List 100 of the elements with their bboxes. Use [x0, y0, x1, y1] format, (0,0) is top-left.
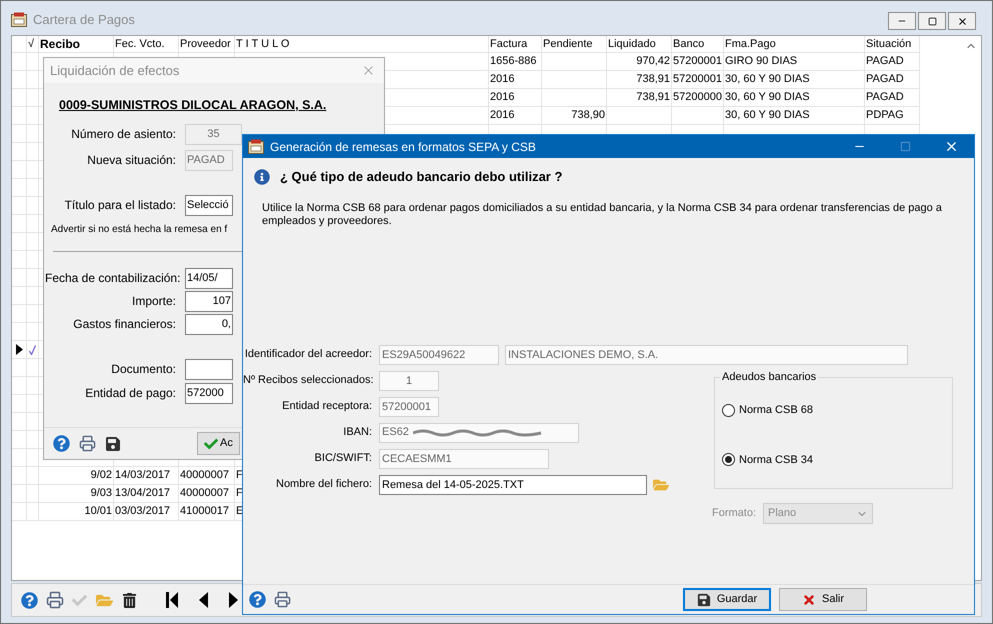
company-heading: 0009-SUMINISTROS DILOCAL ARAGON, S.A. [59, 98, 326, 112]
save-button[interactable]: Guardar [683, 588, 771, 611]
table-cell [27, 503, 39, 521]
radio-option[interactable]: Norma CSB 68 [722, 402, 813, 418]
table-cell [12, 197, 27, 215]
table-cell: PDPAG [865, 107, 920, 125]
input-field[interactable] [185, 358, 233, 380]
field-label: Nueva situación: [86, 152, 177, 170]
input-field[interactable]: 107 [185, 290, 233, 312]
table-cell [12, 125, 27, 143]
input-field[interactable]: Remesa del 14-05-2025.TXT [379, 474, 647, 494]
exit-button[interactable]: Salir [779, 588, 867, 611]
column-header[interactable]: Fec. Vcto. [114, 36, 179, 53]
table-cell: GIRO 90 DIAS [724, 53, 865, 71]
column-header[interactable]: Liquidado [607, 36, 672, 53]
field-label: Documento: [110, 361, 177, 378]
column-header[interactable]: Factura [489, 36, 542, 53]
description-text: Utilice la Norma CSB 68 para ordenar pagos domiciliados a su entidad bancaria, y la Norma CSB 34 para ordenar transferencias de pago a empleados y proveedores. [262, 202, 942, 228]
info-icon [254, 168, 270, 185]
input-field[interactable]: 0, [185, 314, 233, 335]
table-cell [12, 179, 27, 197]
table-cell [27, 413, 39, 431]
input-field[interactable]: Selecció [185, 194, 233, 216]
column-header[interactable]: Fma.Pago [724, 36, 865, 53]
window-title: Cartera de Pagos [33, 12, 135, 28]
printer-icon[interactable] [79, 435, 96, 452]
table-cell [27, 143, 39, 161]
table-cell: 14/03/2017 [114, 467, 179, 485]
accept-button[interactable]: Ac [197, 432, 240, 455]
table-cell: PAGAD [865, 53, 920, 71]
input-field[interactable]: 14/05/ [185, 268, 233, 289]
field-label: Nº Recibos seleccionados: [243, 373, 375, 388]
table-cell: 40000007 [179, 467, 235, 485]
table-cell [12, 467, 27, 485]
column-header[interactable]: Banco [672, 36, 724, 53]
column-header[interactable]: T I T U L O [235, 36, 489, 53]
table-cell: 41000017 [179, 503, 235, 521]
table-cell [12, 413, 27, 431]
app-icon [11, 12, 27, 27]
printer-icon[interactable] [274, 591, 291, 608]
field-label: Entidad receptora: [281, 399, 373, 414]
column-header[interactable]: Proveedor [179, 36, 235, 53]
app-icon [248, 139, 264, 154]
restore-button[interactable] [918, 12, 946, 30]
previous-arrow-icon[interactable] [198, 592, 208, 608]
table-cell: 2016 [489, 89, 542, 107]
table-cell: 9/03 [39, 485, 114, 503]
table-cell: 13/04/2017 [114, 485, 179, 503]
table-cell [12, 251, 27, 269]
field-label: Gastos financieros: [72, 316, 177, 334]
table-cell [27, 395, 39, 413]
table-cell [12, 71, 27, 89]
column-header[interactable]: Situación [865, 36, 920, 53]
column-header[interactable]: Recibo [39, 36, 114, 53]
radio-option[interactable]: Norma CSB 34 [722, 452, 813, 468]
table-cell [12, 215, 27, 233]
table-cell: 57200001 [672, 53, 724, 71]
printer-icon[interactable] [46, 591, 64, 609]
table-cell [12, 503, 27, 521]
table-cell [27, 107, 39, 125]
trash-icon[interactable] [122, 592, 137, 608]
table-cell [12, 431, 27, 449]
table-cell [27, 287, 39, 305]
help-icon[interactable] [53, 435, 70, 452]
input-field[interactable]: 572000 [185, 382, 233, 404]
table-cell [12, 287, 27, 305]
table-cell [12, 161, 27, 179]
table-cell [27, 251, 39, 269]
field-label: Número de asiento: [70, 126, 177, 144]
table-cell [12, 269, 27, 287]
close-button[interactable] [948, 12, 976, 30]
radio-button[interactable] [722, 453, 735, 466]
field-label: BIC/SWIFT: [314, 451, 373, 466]
field-label: Importe: [130, 293, 177, 310]
first-record-icon[interactable] [166, 592, 178, 608]
table-cell: 10/01 [39, 503, 114, 521]
table-cell [542, 71, 607, 89]
close-icon [802, 592, 816, 606]
table-cell [542, 89, 607, 107]
table-cell [27, 125, 39, 143]
next-arrow-icon[interactable] [228, 592, 238, 608]
table-cell: 30, 60 Y 90 DIAS [724, 89, 865, 107]
field-label: Fecha de contabilización: [45, 270, 182, 288]
column-header[interactable]: √ [27, 36, 39, 53]
table-cell: 738,91 [607, 71, 672, 89]
save-icon[interactable] [105, 436, 121, 452]
help-icon[interactable] [249, 591, 266, 608]
table-cell [12, 143, 27, 161]
table-cell [12, 89, 27, 107]
radio-button[interactable] [722, 404, 735, 417]
table-cell [27, 485, 39, 503]
help-icon[interactable] [21, 592, 38, 608]
table-cell [27, 71, 39, 89]
table-cell: 2016 [489, 71, 542, 89]
table-cell: PAGAD [865, 71, 920, 89]
warning-text: Advertir si no está hecha la remesa en f [51, 223, 228, 238]
table-cell [12, 485, 27, 503]
table-cell [12, 305, 27, 323]
table-cell [27, 197, 39, 215]
column-header[interactable]: Pendiente [542, 36, 607, 53]
